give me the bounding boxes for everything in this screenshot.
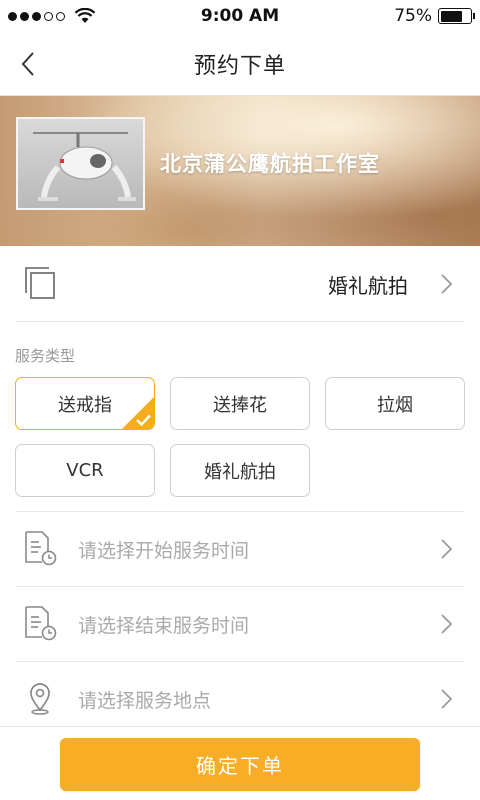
category-value: 婚礼航拍 [328,274,408,298]
service-option-ring[interactable]: 送戒指 [15,377,155,430]
map-pin-icon [30,683,50,715]
order-form: 婚礼航拍 服务类型 送戒指 送捧花 拉烟 VCR 婚礼航拍 请选择开始服务时间 … [0,246,480,726]
studio-banner: 北京蒲公鹰航拍工作室 [0,96,480,246]
chevron-right-icon [441,614,453,634]
category-row[interactable]: 婚礼航拍 [0,246,480,322]
start-time-picker[interactable]: 请选择开始服务时间 [0,512,480,586]
end-time-placeholder: 请选择结束服务时间 [78,615,250,637]
wifi-icon [74,8,96,23]
service-option-label: 拉烟 [377,394,413,416]
calendar-clock-icon [25,531,57,566]
battery-percent: 75% [394,6,432,26]
battery-icon [438,8,475,24]
chevron-right-icon [441,274,453,294]
service-option-wedding-aerial[interactable]: 婚礼航拍 [170,444,310,497]
copy-icon [25,267,55,299]
chevron-right-icon [441,689,453,709]
divider [16,321,464,322]
service-option-vcr[interactable]: VCR [15,444,155,497]
confirm-order-button[interactable]: 确定下单 [60,738,420,791]
service-option-smoke[interactable]: 拉烟 [325,377,465,430]
end-time-picker[interactable]: 请选择结束服务时间 [0,587,480,661]
location-picker[interactable]: 请选择服务地点 [0,662,480,736]
nav-bar: 预约下单 [0,32,480,96]
service-option-bouquet[interactable]: 送捧花 [170,377,310,430]
service-type-label: 服务类型 [15,347,76,365]
drone-image [16,117,145,210]
checkmark-icon [136,414,151,426]
studio-name: 北京蒲公鹰航拍工作室 [160,152,380,176]
bottom-bar: 确定下单 [0,726,480,800]
chevron-right-icon [441,539,453,559]
service-option-label: 婚礼航拍 [204,461,276,483]
start-time-placeholder: 请选择开始服务时间 [78,540,250,562]
service-option-label: 送捧花 [213,394,267,416]
location-placeholder: 请选择服务地点 [78,690,212,712]
signal-strength-icon [8,8,96,24]
back-button[interactable] [14,50,42,78]
service-option-label: 送戒指 [58,394,112,416]
status-bar: 9:00 AM 75% [0,0,480,32]
chevron-left-icon [21,52,34,76]
calendar-clock-icon [25,606,57,641]
page-title: 预约下单 [193,53,286,79]
service-option-label: VCR [66,460,104,481]
